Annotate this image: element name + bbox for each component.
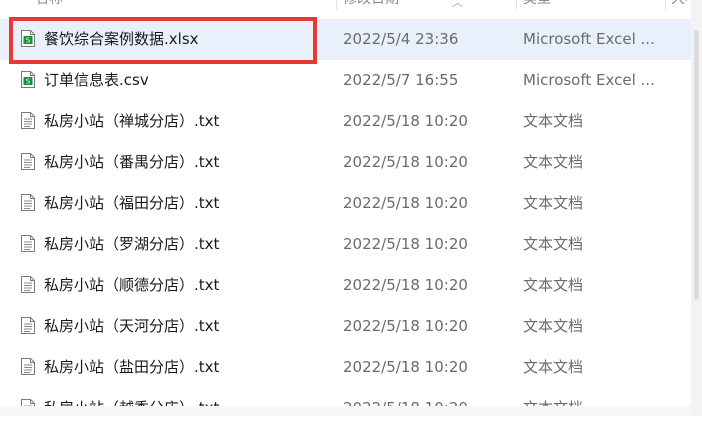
file-name: 私房小站（盐田分店）.txt (44, 358, 220, 376)
file-name: 私房小站（禅城分店）.txt (44, 112, 220, 130)
file-name: 私房小站（福田分店）.txt (44, 194, 220, 212)
file-type: 文本文档 (523, 235, 584, 253)
text-file-icon (21, 358, 35, 375)
column-header: 名称 ︿ 修改日期 类型 大小 (0, 0, 702, 10)
file-row[interactable]: 私房小站（顺德分店）.txt 2022/5/18 10:20 文本文档 (0, 265, 691, 306)
file-name: 私房小站（番禺分店）.txt (44, 153, 220, 171)
file-type: 文本文档 (523, 153, 584, 171)
file-type: 文本文档 (523, 358, 584, 376)
svg-text:S: S (26, 78, 31, 86)
file-type: Microsoft Excel ... (523, 71, 655, 89)
file-name: 私房小站（罗湖分店）.txt (44, 235, 220, 253)
file-row[interactable]: 私房小站（天河分店）.txt 2022/5/18 10:20 文本文档 (0, 306, 691, 347)
column-header-type[interactable]: 类型 (523, 0, 583, 10)
column-divider[interactable] (665, 0, 666, 10)
file-modified-date: 2022/5/18 10:20 (343, 235, 468, 253)
text-file-icon (21, 194, 35, 211)
file-row-selected[interactable]: S 餐饮综合案例数据.xlsx 2022/5/4 23:36 Microsoft Ex… (0, 19, 691, 60)
file-type: Microsoft Excel ... (523, 30, 655, 48)
sort-chevron-icon[interactable]: ︿ (452, 0, 463, 10)
column-header-size[interactable]: 大小 (671, 0, 689, 10)
file-name: 私房小站（天河分店）.txt (44, 317, 220, 335)
file-type: 文本文档 (523, 194, 584, 212)
text-file-icon (21, 235, 35, 252)
text-file-icon (21, 317, 35, 334)
spreadsheet-file-icon: S (21, 30, 35, 47)
file-row[interactable]: 私房小站（罗湖分店）.txt 2022/5/18 10:20 文本文档 (0, 224, 691, 265)
file-modified-date: 2022/5/18 10:20 (343, 194, 468, 212)
text-file-icon (21, 153, 35, 170)
file-row[interactable]: 私房小站（福田分店）.txt 2022/5/18 10:20 文本文档 (0, 183, 691, 224)
column-divider[interactable] (336, 0, 337, 10)
file-row[interactable]: 私房小站（番禺分店）.txt 2022/5/18 10:20 文本文档 (0, 142, 691, 183)
file-name: 餐饮综合案例数据.xlsx (44, 30, 199, 48)
file-modified-date: 2022/5/4 23:36 (343, 30, 459, 48)
file-row[interactable]: 私房小站（盐田分店）.txt 2022/5/18 10:20 文本文档 (0, 347, 691, 388)
file-modified-date: 2022/5/7 16:55 (343, 71, 459, 89)
file-modified-date: 2022/5/18 10:20 (343, 153, 468, 171)
file-name: 私房小站（顺德分店）.txt (44, 276, 220, 294)
file-modified-date: 2022/5/18 10:20 (343, 112, 468, 130)
column-header-name[interactable]: 名称 (35, 0, 95, 10)
horizontal-scrollbar[interactable] (0, 406, 691, 416)
vertical-scrollbar[interactable] (691, 0, 702, 416)
text-file-icon (21, 112, 35, 129)
file-row[interactable]: 私房小站（禅城分店）.txt 2022/5/18 10:20 文本文档 (0, 101, 691, 142)
file-name: 订单信息表.csv (44, 71, 149, 89)
file-modified-date: 2022/5/18 10:20 (343, 276, 468, 294)
column-header-date[interactable]: 修改日期 (343, 0, 423, 10)
file-type: 文本文档 (523, 276, 584, 294)
file-type: 文本文档 (523, 112, 584, 130)
file-modified-date: 2022/5/18 10:20 (343, 358, 468, 376)
file-type: 文本文档 (523, 317, 584, 335)
file-modified-date: 2022/5/18 10:20 (343, 317, 468, 335)
text-file-icon (21, 276, 35, 293)
svg-text:S: S (26, 37, 31, 45)
column-divider[interactable] (516, 0, 517, 10)
spreadsheet-file-icon: S (21, 71, 35, 88)
scrollbar-thumb[interactable] (694, 30, 699, 300)
file-row[interactable]: S 订单信息表.csv 2022/5/7 16:55 Microsoft Excel … (0, 60, 691, 101)
file-list: S 餐饮综合案例数据.xlsx 2022/5/4 23:36 Microsoft Ex… (0, 19, 691, 429)
